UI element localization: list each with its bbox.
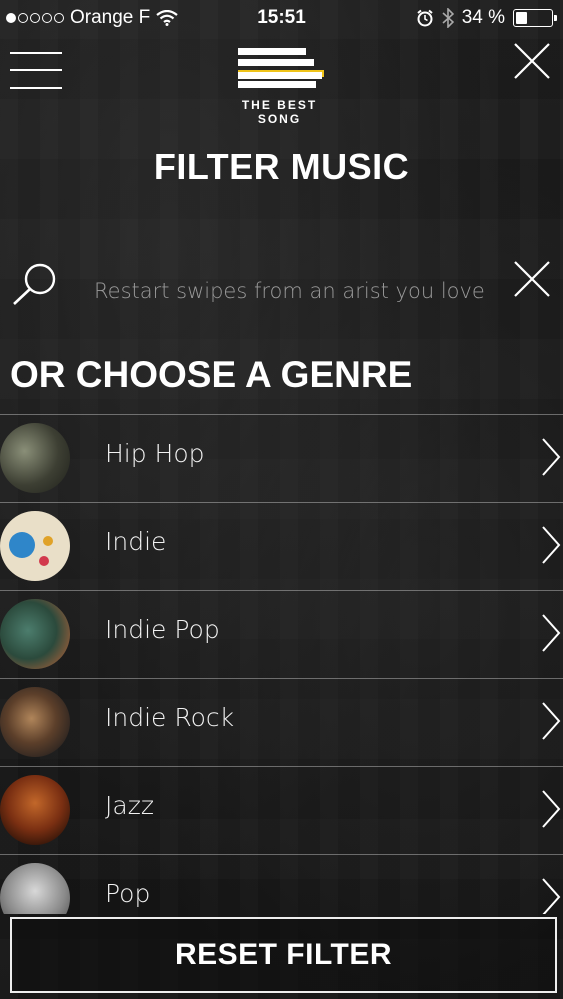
genre-label: Indie Rock [105, 703, 235, 732]
chevron-right-icon [542, 438, 561, 476]
chevron-right-icon [542, 614, 561, 652]
genre-thumbnail-pop [0, 863, 70, 914]
genre-item-jazz[interactable]: Jazz [0, 766, 563, 854]
close-icon[interactable] [513, 42, 551, 80]
genre-thumbnail-indie-rock [0, 687, 70, 757]
album-art-dots [9, 532, 53, 566]
genre-item-indie-rock[interactable]: Indie Rock [0, 678, 563, 766]
genre-heading: OR CHOOSE A GENRE [10, 354, 413, 395]
battery-icon [513, 9, 557, 27]
genre-item-indie-pop[interactable]: Indie Pop [0, 590, 563, 678]
genre-label: Indie Pop [105, 615, 220, 644]
genre-item-hip-hop[interactable]: Hip Hop [0, 414, 563, 502]
battery-percent: 34 % [461, 7, 505, 28]
genre-item-indie[interactable]: Indie [0, 502, 563, 590]
genre-list: Hip Hop Indie Indie Pop Indie Rock Jazz … [0, 414, 563, 914]
genre-label: Hip Hop [105, 439, 205, 468]
chevron-right-icon [542, 702, 561, 740]
genre-item-pop[interactable]: Pop [0, 854, 563, 914]
chevron-right-icon [542, 526, 561, 564]
bluetooth-icon [442, 8, 454, 28]
search-icon[interactable] [10, 262, 60, 308]
genre-label: Indie [105, 527, 167, 556]
genre-thumbnail-jazz [0, 775, 70, 845]
chevron-right-icon [542, 878, 561, 914]
genre-label: Jazz [105, 791, 154, 820]
reset-filter-button[interactable]: RESET FILTER [10, 917, 557, 993]
logo-line-1: THE BEST [241, 98, 318, 112]
menu-button[interactable] [10, 52, 62, 90]
genre-label: Pop [105, 879, 151, 908]
genre-thumbnail-indie [0, 511, 70, 581]
status-right: 34 % [416, 7, 557, 29]
page-title: FILTER MUSIC [153, 146, 410, 187]
genre-thumbnail-indie-pop [0, 599, 70, 669]
artist-search-input[interactable] [94, 272, 499, 310]
status-bar: Orange F 15:51 34 % [0, 0, 563, 38]
clear-icon[interactable] [513, 260, 551, 298]
logo-line-2: SONG [257, 112, 302, 126]
alarm-clock-icon [417, 9, 433, 27]
genre-thumbnail-hip-hop [0, 423, 70, 493]
app-logo: THE BEST SONG [234, 48, 329, 128]
chevron-right-icon [542, 790, 561, 828]
